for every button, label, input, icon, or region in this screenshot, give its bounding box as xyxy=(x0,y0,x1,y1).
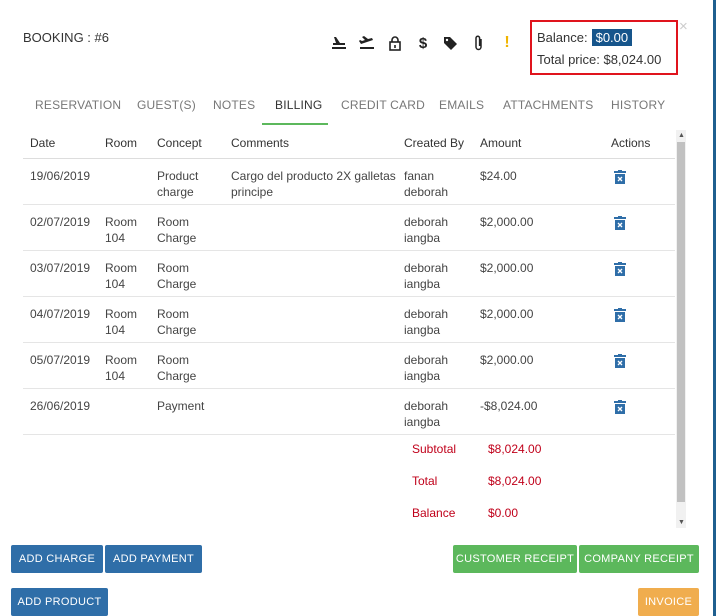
billing-table: Date Room Concept Comments Created By Am… xyxy=(23,128,687,528)
tab-history[interactable]: HISTORY xyxy=(611,98,665,131)
cell-amount: -$8,024.00 xyxy=(480,399,538,413)
total-value: $8,024.00 xyxy=(488,474,542,488)
cell-created-by: deborah iangba xyxy=(404,399,449,429)
table-row: 19/06/2019 Product charge Cargo del prod… xyxy=(23,159,675,205)
cell-amount: $2,000.00 xyxy=(480,307,534,321)
cell-room: Room 104 xyxy=(105,307,138,337)
scroll-thumb[interactable] xyxy=(677,142,685,502)
table-row: 26/06/2019 Payment deborah iangba -$8,02… xyxy=(23,389,675,435)
tab-reservation[interactable]: RESERVATION xyxy=(35,98,121,131)
table-row: 04/07/2019 Room 104 Room Charge deborah … xyxy=(23,297,675,343)
tab-bar: RESERVATION GUEST(S) NOTES BILLING CREDI… xyxy=(23,92,673,125)
warning-icon[interactable]: ! xyxy=(493,32,521,54)
col-amount[interactable]: Amount xyxy=(480,136,521,150)
cell-room: Room 104 xyxy=(105,261,138,291)
total-price: Total price: $8,024.00 xyxy=(537,51,662,67)
tag-icon[interactable] xyxy=(437,32,465,54)
delete-icon[interactable] xyxy=(614,170,626,184)
subtotal-value: $8,024.00 xyxy=(488,442,542,456)
cell-date: 19/06/2019 xyxy=(30,169,91,183)
toolbar-icons: $ ! xyxy=(325,32,521,54)
add-charge-button[interactable]: ADD CHARGE xyxy=(11,545,103,573)
arrival-icon[interactable] xyxy=(325,32,353,54)
col-comments[interactable]: Comments xyxy=(231,136,289,150)
scroll-down-icon[interactable]: ▼ xyxy=(678,519,685,526)
cell-concept: Room Charge xyxy=(157,215,197,245)
cell-amount: $2,000.00 xyxy=(480,215,534,229)
total-label: Total xyxy=(412,474,438,488)
balance-label: Balance: xyxy=(537,29,588,45)
close-icon[interactable]: × xyxy=(679,18,688,35)
invoice-button[interactable]: INVOICE xyxy=(638,588,699,616)
cell-concept: Product charge xyxy=(157,169,199,199)
delete-icon[interactable] xyxy=(614,354,626,368)
cell-room: Room 104 xyxy=(105,215,138,245)
table-row: 02/07/2019 Room 104 Room Charge deborah … xyxy=(23,205,675,251)
cell-date: 26/06/2019 xyxy=(30,399,91,413)
table-row: 03/07/2019 Room 104 Room Charge deborah … xyxy=(23,251,675,297)
col-room[interactable]: Room xyxy=(105,136,137,150)
table-scrollbar[interactable]: ▲ ▼ xyxy=(676,130,686,528)
tab-attachments[interactable]: ATTACHMENTS xyxy=(503,98,593,131)
booking-modal: BOOKING : #6 $ ! × Balance: $0.00 Total … xyxy=(0,0,716,616)
cell-date: 05/07/2019 xyxy=(30,353,91,367)
booking-title: BOOKING : #6 xyxy=(23,30,109,45)
cell-date: 03/07/2019 xyxy=(30,261,91,275)
col-created-by[interactable]: Created By xyxy=(404,136,464,150)
cell-created-by: deborah iangba xyxy=(404,215,449,245)
cell-created-by: deborah iangba xyxy=(404,307,449,337)
add-payment-button[interactable]: ADD PAYMENT xyxy=(105,545,202,573)
table-row: 05/07/2019 Room 104 Room Charge deborah … xyxy=(23,343,675,389)
tab-billing[interactable]: BILLING xyxy=(275,98,322,131)
cell-created-by: deborah iangba xyxy=(404,353,449,383)
tab-notes[interactable]: NOTES xyxy=(213,98,255,131)
cell-amount: $24.00 xyxy=(480,169,517,183)
cell-date: 02/07/2019 xyxy=(30,215,91,229)
paperclip-icon[interactable] xyxy=(465,32,493,54)
cell-amount: $2,000.00 xyxy=(480,353,534,367)
balance-value: $0.00 xyxy=(488,506,519,520)
departure-icon[interactable] xyxy=(353,32,381,54)
delete-icon[interactable] xyxy=(614,400,626,414)
col-actions[interactable]: Actions xyxy=(611,136,650,150)
cell-date: 04/07/2019 xyxy=(30,307,91,321)
tab-guests[interactable]: GUEST(S) xyxy=(137,98,196,131)
active-tab-indicator xyxy=(262,123,328,125)
cell-concept: Room Charge xyxy=(157,261,197,291)
delete-icon[interactable] xyxy=(614,262,626,276)
company-receipt-button[interactable]: COMPANY RECEIPT xyxy=(579,545,699,573)
cell-concept: Room Charge xyxy=(157,353,197,383)
cell-room: Room 104 xyxy=(105,353,138,383)
tab-credit-card[interactable]: CREDIT CARD xyxy=(341,98,425,131)
subtotal-label: Subtotal xyxy=(412,442,457,456)
scroll-up-icon[interactable]: ▲ xyxy=(678,132,685,139)
delete-icon[interactable] xyxy=(614,308,626,322)
tab-emails[interactable]: EMAILS xyxy=(439,98,484,131)
balance-label: Balance xyxy=(412,506,456,520)
col-date[interactable]: Date xyxy=(30,136,55,150)
cell-amount: $2,000.00 xyxy=(480,261,534,275)
cell-concept: Payment xyxy=(157,399,205,413)
dollar-icon[interactable]: $ xyxy=(409,32,437,54)
col-concept[interactable]: Concept xyxy=(157,136,202,150)
add-product-button[interactable]: ADD PRODUCT xyxy=(11,588,108,616)
balance-line: Balance: $0.00 xyxy=(537,26,676,48)
delete-icon[interactable] xyxy=(614,216,626,230)
lock-icon[interactable] xyxy=(381,32,409,54)
cell-created-by: deborah iangba xyxy=(404,261,449,291)
cell-concept: Room Charge xyxy=(157,307,197,337)
balance-badge: $0.00 xyxy=(591,28,633,46)
balance-summary: Balance: $0.00 Total price: $8,024.00 xyxy=(530,20,678,75)
cell-comments: Cargo del producto 2X galletas principe xyxy=(231,169,396,199)
cell-created-by: fanan deborah xyxy=(404,169,449,199)
customer-receipt-button[interactable]: CUSTOMER RECEIPT xyxy=(453,545,577,573)
